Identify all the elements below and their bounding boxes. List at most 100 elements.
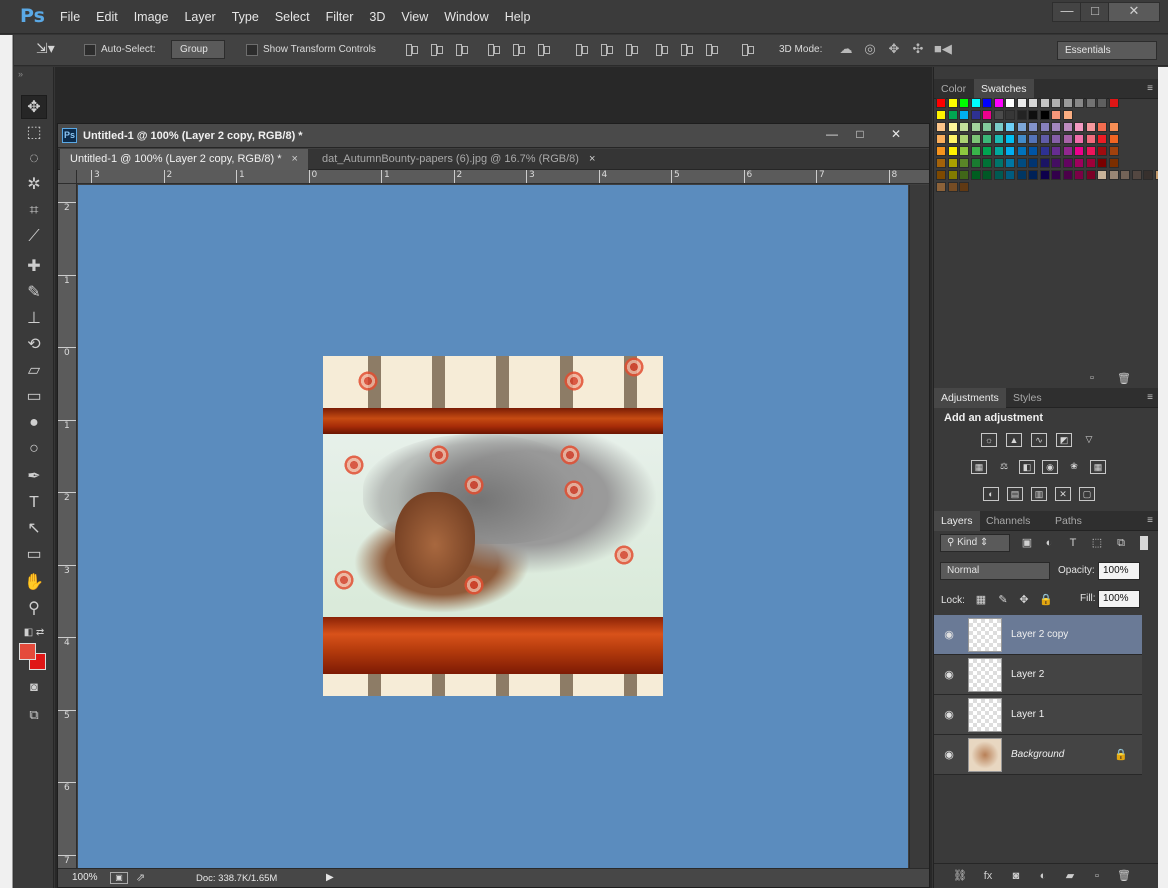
- color-swatch[interactable]: [959, 134, 969, 144]
- color-swatch[interactable]: [1039, 158, 1050, 168]
- foreground-color-swatch[interactable]: [19, 643, 36, 660]
- tab-channels[interactable]: Channels: [979, 511, 1037, 531]
- color-swatch[interactable]: [1108, 134, 1119, 144]
- lock-transparent-icon[interactable]: ▦: [974, 593, 988, 607]
- color-swatch[interactable]: [1051, 170, 1061, 180]
- tab-untitled-1[interactable]: Untitled-1 @ 100% (Layer 2 copy, RGB/8) …: [60, 149, 308, 170]
- panel-menu-icon[interactable]: ≡: [1147, 83, 1153, 94]
- color-swatch[interactable]: [1085, 98, 1096, 108]
- color-lookup-icon[interactable]: ▦: [1090, 460, 1106, 474]
- color-balance-icon[interactable]: ⚖: [996, 460, 1012, 474]
- color-swatch[interactable]: [1005, 146, 1015, 156]
- color-swatch[interactable]: [1016, 158, 1027, 168]
- color-swatch[interactable]: [993, 110, 1004, 120]
- lasso-tool-icon[interactable]: ◌: [21, 147, 47, 171]
- color-swatch[interactable]: [1074, 146, 1084, 156]
- photo-filter-icon[interactable]: ◉: [1042, 460, 1058, 474]
- menu-3d[interactable]: 3D: [361, 10, 393, 24]
- gradient-map-icon[interactable]: ✕: [1055, 487, 1071, 501]
- clone-stamp-icon[interactable]: ⊥: [21, 307, 47, 331]
- restore-button[interactable]: □: [1080, 2, 1110, 22]
- distribute-hcenter-icon[interactable]: [679, 42, 693, 56]
- curves-icon[interactable]: ∿: [1031, 433, 1047, 447]
- layer-row-layer-1[interactable]: ◉ Layer 1: [934, 695, 1142, 735]
- align-bottom-icon[interactable]: [454, 42, 468, 56]
- tab-swatches[interactable]: Swatches: [974, 79, 1034, 99]
- color-swatch[interactable]: [982, 98, 992, 108]
- color-swatch[interactable]: [947, 122, 958, 132]
- menu-filter[interactable]: Filter: [318, 10, 362, 24]
- color-swatch[interactable]: [1108, 122, 1119, 132]
- 3d-pan-icon[interactable]: ✥: [886, 41, 902, 57]
- quick-mask-icon[interactable]: ◙: [21, 675, 47, 699]
- color-swatch[interactable]: [959, 98, 969, 108]
- color-swatch[interactable]: [1028, 158, 1038, 168]
- menu-layer[interactable]: Layer: [176, 10, 223, 24]
- color-swatch[interactable]: [1131, 170, 1142, 180]
- layer-row-layer-2-copy[interactable]: ◉ Layer 2 copy: [934, 615, 1142, 655]
- tab-adjustments[interactable]: Adjustments: [934, 388, 1006, 408]
- color-swatch[interactable]: [936, 98, 946, 108]
- brightness-icon[interactable]: ☼: [981, 433, 997, 447]
- color-swatch[interactable]: [947, 98, 958, 108]
- color-swatch[interactable]: [1062, 110, 1073, 120]
- canvas[interactable]: [78, 185, 908, 868]
- color-swatch[interactable]: [1108, 170, 1119, 180]
- color-swatch[interactable]: [1097, 122, 1107, 132]
- new-adjustment-layer-icon[interactable]: ◐: [1035, 869, 1051, 883]
- color-swatch[interactable]: [1074, 134, 1084, 144]
- color-swatch[interactable]: [1039, 170, 1050, 180]
- color-swatch[interactable]: [1028, 110, 1038, 120]
- color-swatch[interactable]: [1062, 146, 1073, 156]
- color-swatch[interactable]: [970, 122, 981, 132]
- layer-filter-dropdown[interactable]: ⚲ Kind ⇕: [940, 534, 1010, 552]
- color-swatch[interactable]: [1143, 170, 1153, 180]
- vertical-scrollbar[interactable]: [909, 185, 929, 868]
- 3d-slide-icon[interactable]: ✣: [910, 41, 926, 57]
- distribute-vcenter-icon[interactable]: [599, 42, 613, 56]
- lock-all-icon[interactable]: 🔒: [1039, 593, 1053, 607]
- pen-tool-icon[interactable]: ✒: [21, 465, 47, 489]
- path-select-icon[interactable]: ↖: [21, 517, 47, 541]
- new-swatch-icon[interactable]: ▫: [1090, 372, 1094, 384]
- ruler-vertical[interactable]: 2 1 0 1 2 3 4 5 6 7: [58, 184, 77, 868]
- 3d-rotate-icon[interactable]: ☁: [838, 41, 854, 57]
- layer-row-background[interactable]: ◉ Background 🔒: [934, 735, 1142, 775]
- color-swatch[interactable]: [1062, 158, 1073, 168]
- distribute-bottom-icon[interactable]: [624, 42, 638, 56]
- color-swatch[interactable]: [1039, 134, 1050, 144]
- color-swatch[interactable]: [959, 170, 969, 180]
- marquee-tool-icon[interactable]: ⬚: [21, 121, 47, 145]
- color-swatch[interactable]: [1085, 170, 1096, 180]
- hue-saturation-icon[interactable]: ▦: [971, 460, 987, 474]
- threshold-icon[interactable]: ▥: [1031, 487, 1047, 501]
- swap-colors-icon[interactable]: ◧ ⇄: [21, 621, 47, 645]
- color-swatch[interactable]: [959, 182, 969, 192]
- layer-row-layer-2[interactable]: ◉ Layer 2: [934, 655, 1142, 695]
- color-swatch[interactable]: [1097, 134, 1107, 144]
- align-top-icon[interactable]: [404, 42, 418, 56]
- ruler-corner[interactable]: [58, 170, 77, 184]
- color-swatch[interactable]: [1085, 158, 1096, 168]
- move-tool-icon[interactable]: ✥: [21, 95, 47, 119]
- close-button[interactable]: ✕: [1108, 2, 1160, 22]
- zoom-level[interactable]: 100%: [72, 872, 98, 883]
- color-swatch[interactable]: [993, 134, 1004, 144]
- eyedropper-tool-icon[interactable]: ⟋: [21, 225, 47, 249]
- visibility-eye-icon[interactable]: ◉: [942, 668, 956, 682]
- auto-select-dropdown[interactable]: Group: [171, 40, 225, 59]
- menu-file[interactable]: File: [52, 10, 88, 24]
- doc-restore-button[interactable]: □: [844, 125, 876, 143]
- 3d-scale-icon[interactable]: ■◀: [934, 41, 952, 57]
- document-titlebar[interactable]: Ps Untitled-1 @ 100% (Layer 2 copy, RGB/…: [58, 124, 929, 148]
- filter-smart-object-icon[interactable]: ⧉: [1114, 536, 1128, 550]
- screen-mode-icon[interactable]: ⧉: [21, 703, 47, 727]
- auto-select-checkbox[interactable]: [84, 44, 96, 56]
- selective-color-icon[interactable]: ▢: [1079, 487, 1095, 501]
- color-swatch[interactable]: [1016, 110, 1027, 120]
- tab-paths[interactable]: Paths: [1048, 511, 1089, 531]
- filter-type-icon[interactable]: T: [1066, 536, 1080, 550]
- color-swatch[interactable]: [970, 170, 981, 180]
- status-icon[interactable]: ▣: [110, 872, 128, 884]
- color-swatch[interactable]: [1051, 122, 1061, 132]
